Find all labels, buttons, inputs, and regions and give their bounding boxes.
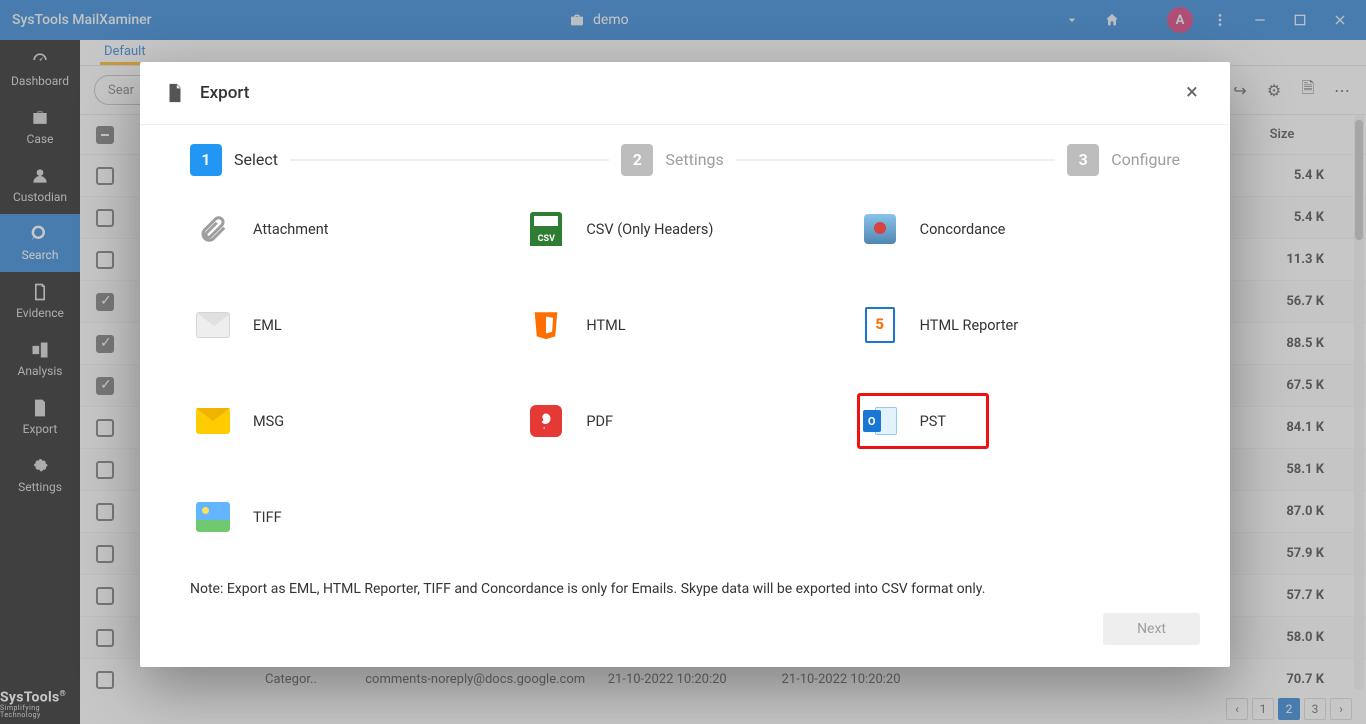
- opt-concordance[interactable]: Concordance: [857, 201, 1180, 257]
- step-settings[interactable]: 2 Settings: [621, 144, 723, 176]
- opt-csv[interactable]: CSV (Only Headers): [523, 201, 846, 257]
- opt-eml[interactable]: EML: [190, 297, 513, 353]
- csv-icon: [526, 209, 566, 249]
- opt-label: HTML: [586, 317, 625, 334]
- opt-label: MSG: [253, 413, 284, 430]
- opt-label: HTML Reporter: [920, 317, 1019, 334]
- step-num: 1: [190, 144, 222, 176]
- modal-title: Export: [200, 83, 249, 103]
- opt-label: PDF: [586, 413, 613, 430]
- opt-label: Concordance: [920, 221, 1006, 238]
- opt-label: TIFF: [253, 509, 282, 526]
- tiff-icon: [193, 497, 233, 537]
- opt-msg[interactable]: MSG: [190, 393, 513, 449]
- opt-html[interactable]: HTML: [523, 297, 846, 353]
- modal-actions: Next: [140, 597, 1230, 667]
- export-note: Note: Export as EML, HTML Reporter, TIFF…: [140, 545, 1230, 597]
- modal-header: Export ×: [140, 62, 1230, 125]
- opt-html-reporter[interactable]: HTML Reporter: [857, 297, 1180, 353]
- step-label: Select: [234, 150, 278, 169]
- opt-label: CSV (Only Headers): [586, 221, 713, 238]
- eml-icon: [193, 305, 233, 345]
- opt-label: EML: [253, 317, 282, 334]
- pst-icon: O: [860, 401, 900, 441]
- step-num: 2: [621, 144, 653, 176]
- attachment-icon: [193, 209, 233, 249]
- pdf-icon: [526, 401, 566, 441]
- opt-attachment[interactable]: Attachment: [190, 201, 513, 257]
- step-num: 3: [1067, 144, 1099, 176]
- html-icon: [526, 305, 566, 345]
- opt-pdf[interactable]: PDF: [523, 393, 846, 449]
- next-button[interactable]: Next: [1103, 613, 1200, 645]
- file-icon: [164, 82, 186, 104]
- opt-tiff[interactable]: TIFF: [190, 489, 513, 545]
- concordance-icon: [860, 209, 900, 249]
- msg-icon: [193, 401, 233, 441]
- step-configure[interactable]: 3 Configure: [1067, 144, 1180, 176]
- step-sep: [736, 159, 1055, 161]
- export-grid: Attachment CSV (Only Headers) Concordanc…: [140, 195, 1230, 545]
- modal-close-button[interactable]: ×: [1178, 79, 1206, 107]
- step-label: Configure: [1111, 150, 1180, 169]
- stepper: 1 Select 2 Settings 3 Configure: [140, 125, 1230, 195]
- opt-label: PST: [920, 413, 946, 430]
- step-sep: [290, 159, 609, 161]
- export-modal: Export × 1 Select 2 Settings 3 Configure…: [140, 62, 1230, 667]
- step-label: Settings: [665, 150, 723, 169]
- opt-label: Attachment: [253, 221, 328, 238]
- html-reporter-icon: [860, 305, 900, 345]
- opt-pst[interactable]: O PST: [857, 393, 989, 449]
- step-select[interactable]: 1 Select: [190, 144, 278, 176]
